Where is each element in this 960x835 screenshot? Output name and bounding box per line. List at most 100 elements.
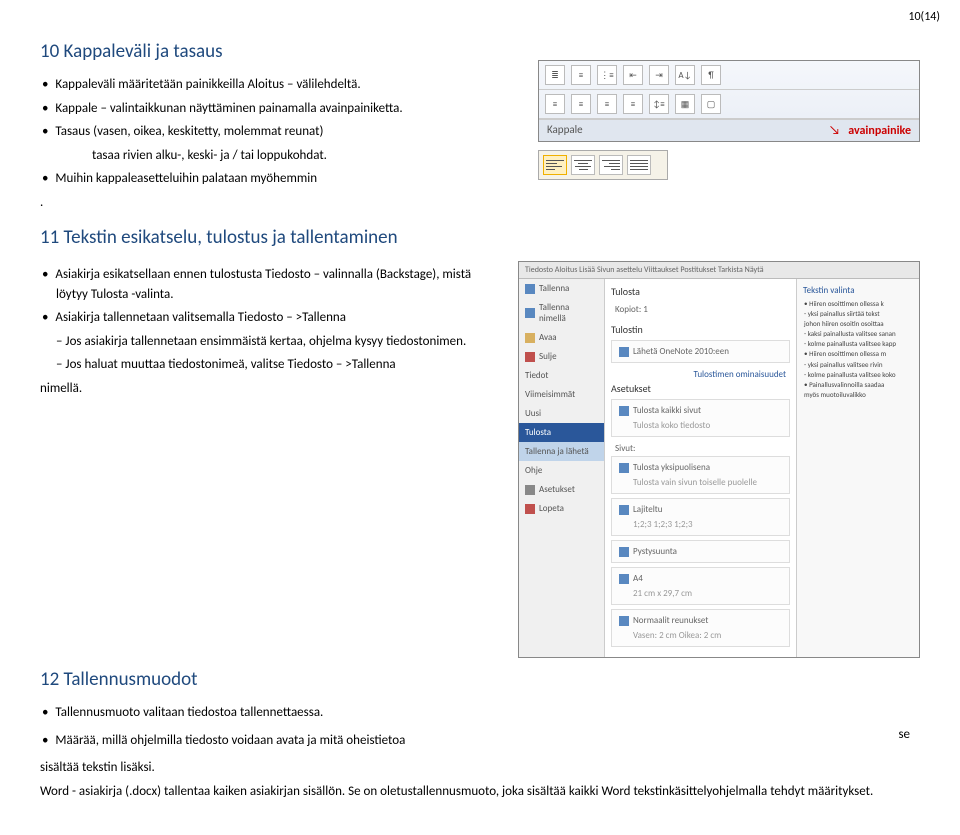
bs-nav-tulosta[interactable]: Tulosta (519, 423, 604, 442)
sec11-dash-2: Jos haluat muuttaa tiedostonimeä, valits… (56, 355, 488, 375)
align-right-icon[interactable]: ≡ (597, 94, 617, 114)
bs-nav-tallenna-nimella[interactable]: Tallenna nimellä (519, 298, 604, 328)
sec10-sub-1: tasaa rivien alku-, keski- ja / tai lopp… (92, 146, 508, 166)
justify-icon[interactable]: ≡ (623, 94, 643, 114)
page-number: 10(14) (908, 10, 940, 24)
numbering-icon[interactable]: ≡ (571, 65, 591, 85)
options-icon (525, 485, 535, 495)
align-center-button[interactable] (571, 155, 595, 175)
sec10-bullet-3: Tasaus (vasen, oikea, keskitetty, molemm… (56, 122, 508, 142)
ribbon-group-label: Kappale (547, 123, 583, 138)
outdent-icon[interactable]: ⇤ (623, 65, 643, 85)
setting-onesided-desc: Tulosta vain sivun toiselle puolelle (615, 475, 786, 490)
settings-heading: Asetukset (611, 382, 790, 395)
setting-all-pages[interactable]: Tulosta kaikki sivut (615, 403, 786, 418)
sec11-bullet-2: Asiakirja tallennetaan valitsemalla Tied… (56, 308, 488, 328)
preview-line: • Hiiren osoittimen ollessa k (803, 299, 913, 308)
bs-nav-ohje[interactable]: Ohje (519, 461, 604, 480)
preview-line: - kolme painallusta valitsee kapp (803, 339, 913, 348)
setting-onesided[interactable]: Tulosta yksipuolisena (615, 460, 786, 475)
sec10-period: . (40, 193, 508, 213)
sec12-bullet-2c: sisältää tekstin lisäksi. (40, 758, 920, 778)
print-heading: Tulosta (611, 285, 790, 298)
justify-button[interactable] (627, 155, 651, 175)
backstage-nav: Tallenna Tallenna nimellä Avaa Sulje Tie… (519, 279, 605, 657)
bs-nav-lopeta[interactable]: Lopeta (519, 499, 604, 518)
preview-line: - yksi painallus siirtää tekst (803, 309, 913, 318)
preview-doc-title: Tekstin valinta (803, 285, 913, 296)
preview-line: - kolme painallusta valitsee koko (803, 370, 913, 379)
align-center-icon[interactable]: ≡ (571, 94, 591, 114)
preview-line: - kaksi painallusta valitsee sanan (803, 329, 913, 338)
align-left-icon[interactable]: ≡ (545, 94, 565, 114)
align-right-button[interactable] (599, 155, 623, 175)
sec12-paragraph-3: Word - asiakirja (.docx) tallentaa kaike… (40, 782, 920, 802)
page-icon (619, 463, 629, 473)
setting-a4-desc: 21 cm x 29,7 cm (615, 586, 786, 601)
alignment-toolbar (538, 150, 668, 180)
heading-sec12: 12 Tallennusmuodot (40, 668, 920, 691)
saveas-icon (525, 308, 535, 318)
multilevel-icon[interactable]: ⋮≡ (597, 65, 617, 85)
setting-margins[interactable]: Normaalit reunukset (615, 613, 786, 628)
borders-icon[interactable]: ▢ (701, 94, 721, 114)
preview-line: johon hiiren osoitin osoittaa (803, 319, 913, 328)
backstage-tabstrip: Tiedosto Aloitus Lisää Sivun asettelu Vi… (519, 262, 919, 279)
setting-pages-input[interactable]: Sivut: (611, 441, 790, 456)
margins-icon (619, 616, 629, 626)
bs-nav-uusi[interactable]: Uusi (519, 404, 604, 423)
ribbon-paragraph-group: ≣ ≡ ⋮≡ ⇤ ⇥ A↓ ¶ ≡ ≡ ≡ ≡ ↕≡ ▦ ▢ (538, 60, 920, 142)
preview-line: myös muotoiluvalikko (803, 390, 913, 399)
preview-line: • Hiiren osoittimen ollessa m (803, 349, 913, 358)
heading-sec11: 11 Tekstin esikatselu, tulostus ja talle… (40, 226, 920, 249)
setting-portrait[interactable]: Pystysuunta (615, 544, 786, 559)
line-spacing-icon[interactable]: ↕≡ (649, 94, 669, 114)
sort-icon[interactable]: A↓ (675, 65, 695, 85)
papersize-icon (619, 574, 629, 584)
open-icon (525, 333, 535, 343)
save-icon (525, 284, 535, 294)
printer-properties-link[interactable]: Tulostimen ominaisuudet (611, 367, 790, 382)
bs-nav-sulje[interactable]: Sulje (519, 347, 604, 366)
setting-a4[interactable]: A4 (615, 571, 786, 586)
sec11-bullet-1: Asiakirja esikatsellaan ennen tulostusta… (56, 265, 488, 304)
printer-select[interactable]: Lähetä OneNote 2010:een (615, 344, 786, 359)
preview-line: • Painallusvalinnoilla saadaa (803, 380, 913, 389)
indent-icon[interactable]: ⇥ (649, 65, 669, 85)
sec12-bullet-1: Tallennusmuoto valitaan tiedostoa tallen… (56, 703, 920, 723)
bs-nav-avaa[interactable]: Avaa (519, 328, 604, 347)
setting-all-pages-desc: Tulosta koko tiedosto (615, 418, 786, 433)
pages-icon (619, 406, 629, 416)
orientation-icon (619, 547, 629, 557)
shading-icon[interactable]: ▦ (675, 94, 695, 114)
bs-nav-asetukset[interactable]: Asetukset (519, 480, 604, 499)
backstage-screenshot: Tiedosto Aloitus Lisää Sivun asettelu Vi… (518, 261, 920, 658)
sec10-bullet-4: Muihin kappaleasetteluihin palataan myöh… (56, 169, 508, 189)
setting-margins-desc: Vasen: 2 cm Oikea: 2 cm (615, 628, 786, 643)
exit-icon (525, 504, 535, 514)
sec11-nimella: nimellä. (40, 379, 488, 399)
bs-nav-tallenna-laheta[interactable]: Tallenna ja lähetä (519, 442, 604, 461)
preview-line: - yksi painallus valitsee rivin (803, 360, 913, 369)
heading-sec10: 10 Kappaleväli ja tasaus (40, 40, 508, 63)
sec10-bullet-1: Kappaleväli määritetään painikkeilla Alo… (56, 75, 508, 95)
bs-nav-viimeisimmat[interactable]: Viimeisimmät (519, 385, 604, 404)
bs-nav-tallenna[interactable]: Tallenna (519, 279, 604, 298)
collate-icon (619, 505, 629, 515)
sec10-bullet-2: Kappale – valintaikkunan näyttäminen pai… (56, 99, 508, 119)
printer-icon (619, 347, 629, 357)
show-marks-icon[interactable]: ¶ (701, 65, 721, 85)
setting-collated[interactable]: Lajiteltu (615, 502, 786, 517)
bs-nav-tiedot[interactable]: Tiedot (519, 366, 604, 385)
bullets-icon[interactable]: ≣ (545, 65, 565, 85)
print-copies[interactable]: Kopiot: 1 (611, 302, 790, 317)
backstage-preview: Tekstin valinta • Hiiren osoittimen olle… (797, 279, 919, 657)
align-left-button[interactable] (543, 155, 567, 175)
ribbon-callout-label: avainpainike (848, 124, 911, 138)
sec11-dash-1: Jos asiakirja tallennetaan ensimmäistä k… (56, 332, 488, 352)
sec12-bullet-2b: se (898, 727, 910, 755)
setting-collated-desc: 1;2;3 1;2;3 1;2;3 (615, 517, 786, 532)
printer-heading: Tulostin (611, 323, 790, 336)
backstage-print-panel: Tulosta Kopiot: 1 Tulostin Lähetä OneNot… (605, 279, 797, 657)
sec12-bullet-2a: Määrää, millä ohjelmilla tiedosto voidaa… (56, 731, 405, 751)
